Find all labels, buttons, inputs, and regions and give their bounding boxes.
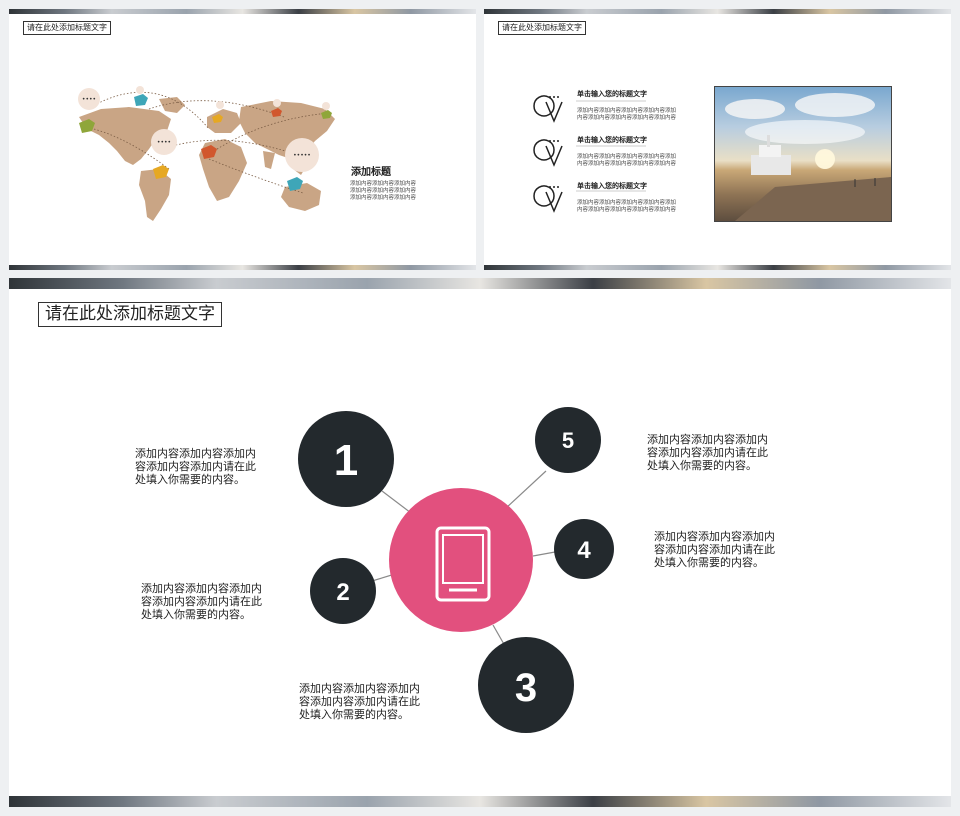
map-pin-icon: [533, 139, 563, 167]
node-text-2: 添加内容添加内容添加内 容添加内容添加内请在此 处填入你需要的内容。: [141, 582, 262, 621]
node-text-line: 容添加内容添加内请在此: [135, 460, 256, 473]
map-heading: 添加标题: [351, 167, 391, 178]
item-title: 单击输入您的标题文字: [577, 90, 647, 98]
svg-text:••••: ••••: [82, 96, 96, 103]
item-body-line: 添加内容添加内容添加内容添加内容添加: [577, 200, 677, 206]
map-body: 添加内容添加内容添加内容 添加内容添加内容添加内容 添加内容添加内容添加内容: [350, 181, 416, 202]
item-body: 添加内容添加内容添加内容添加内容添加 内容添加内容添加内容添加内容添加内容: [577, 154, 676, 168]
item-body-line: 内容添加内容添加内容添加内容添加内容: [577, 207, 677, 213]
node-text-1: 添加内容添加内容添加内 容添加内容添加内请在此 处填入你需要的内容。: [135, 447, 256, 486]
bird-icon: [134, 94, 148, 106]
map-body-line: 添加内容添加内容添加内容: [350, 188, 417, 194]
slide-harbor: 请在此处添加标题文字 单击输入您的标题文字 添加内容添加内容添加内容添加内容添加…: [484, 9, 951, 270]
item-title: 单击输入您的标题文字: [577, 136, 647, 144]
node-text-line: 容添加内容添加内请在此: [299, 695, 420, 708]
item-body-line: 添加内容添加内容添加内容添加内容添加: [577, 154, 677, 160]
svg-text:••••: ••••: [157, 139, 171, 146]
node-text-3: 添加内容添加内容添加内 容添加内容添加内请在此 处填入你需要的内容。: [299, 682, 420, 721]
node-text-line: 处填入你需要的内容。: [141, 608, 251, 621]
slide-world-map: 请在此处添加标题文字 •••• •••• ••••• 添加标题 添加内容添加内容…: [9, 9, 476, 270]
node-label-1: 1: [334, 436, 358, 485]
map-pin-icon: [533, 185, 563, 213]
item-body-line: 内容添加内容添加内容添加内容添加内容: [577, 161, 677, 167]
node-text-line: 处填入你需要的内容。: [135, 473, 245, 486]
node-text-line: 添加内容添加内容添加内: [654, 530, 775, 543]
node-label-4: 4: [577, 537, 591, 564]
node-label-2: 2: [336, 579, 349, 606]
node-text-line: 容添加内容添加内请在此: [141, 595, 262, 608]
node-text-line: 添加内容添加内容添加内: [299, 682, 420, 695]
node-text-4: 添加内容添加内容添加内 容添加内容添加内请在此 处填入你需要的内容。: [654, 530, 775, 569]
item-body: 添加内容添加内容添加内容添加内容添加 内容添加内容添加内容添加内容添加内容: [577, 108, 676, 122]
svg-text:•••••: •••••: [293, 152, 311, 159]
item-body: 添加内容添加内容添加内容添加内容添加 内容添加内容添加内容添加内容添加内容: [577, 200, 676, 214]
node-text-5: 添加内容添加内容添加内 容添加内容添加内请在此 处填入你需要的内容。: [647, 433, 768, 472]
node-label-5: 5: [562, 428, 574, 453]
node-text-line: 容添加内容添加内请在此: [654, 543, 775, 556]
world-map: •••• •••• •••••: [78, 86, 335, 221]
node-text-line: 处填入你需要的内容。: [654, 556, 764, 569]
node-text-line: 处填入你需要的内容。: [299, 708, 409, 721]
node-text-line: 添加内容添加内容添加内: [135, 447, 256, 460]
node-text-line: 容添加内容添加内请在此: [647, 446, 768, 459]
node-text-line: 处填入你需要的内容。: [647, 459, 757, 472]
process-diagram: 1 2 3 4 5: [298, 407, 614, 733]
item-body-line: 内容添加内容添加内容添加内容添加内容: [577, 115, 677, 121]
map-body-line: 添加内容添加内容添加内容: [350, 181, 417, 187]
item-title: 单击输入您的标题文字: [577, 182, 647, 190]
item-body-line: 添加内容添加内容添加内容添加内容添加: [577, 108, 677, 114]
node-label-3: 3: [515, 666, 537, 710]
center-circle: [389, 488, 533, 632]
slide-process-diagram: 请在此处添加标题文字 1 2 3 4 5 添加内容添加内容添加内 容添加内容添加…: [9, 278, 951, 807]
harbor-photo: [714, 86, 892, 222]
node-text-line: 添加内容添加内容添加内: [141, 582, 262, 595]
map-body-line: 添加内容添加内容添加内容: [350, 195, 417, 201]
map-pin-icon: [533, 95, 563, 123]
node-text-line: 添加内容添加内容添加内: [647, 433, 768, 446]
